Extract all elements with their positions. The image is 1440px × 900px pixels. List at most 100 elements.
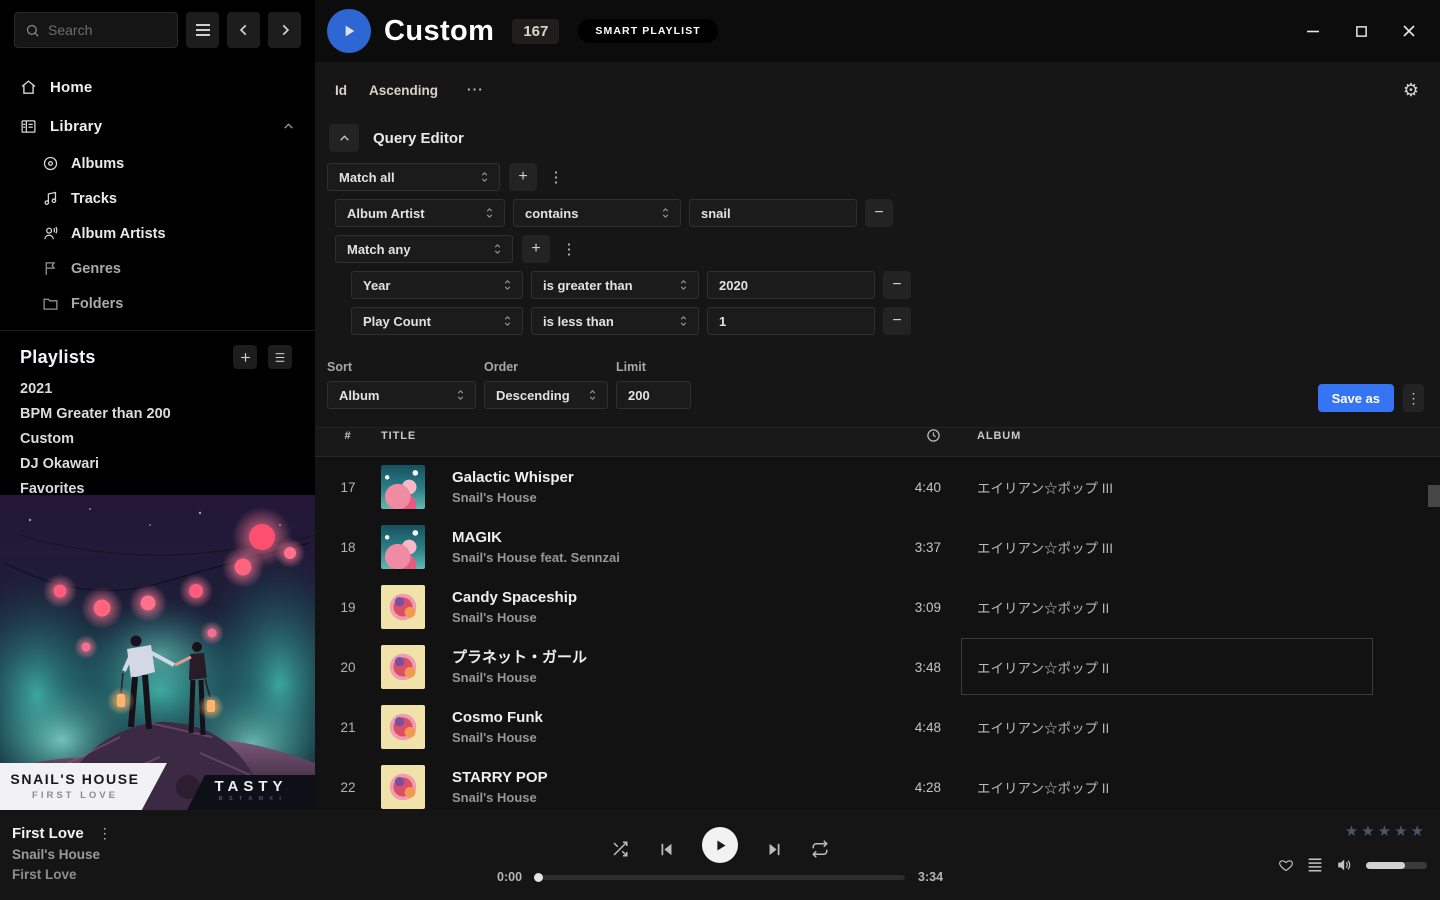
settings-gear-icon[interactable]: ⚙: [1403, 81, 1419, 99]
now-playing-info: First Love ⋮ Snail's House First Love: [12, 825, 112, 882]
menu-button[interactable]: [186, 12, 219, 48]
play-pause-button[interactable]: [702, 827, 738, 863]
now-playing-menu-icon[interactable]: ⋮: [98, 825, 112, 842]
rule-operator-select[interactable]: contains: [513, 199, 681, 227]
sidebar-item-tracks[interactable]: Tracks: [0, 181, 315, 216]
rule-value-input[interactable]: [707, 271, 875, 299]
sidebar-item-home[interactable]: Home: [0, 68, 315, 107]
track-album[interactable]: エイリアン☆ポップ II: [973, 637, 1440, 697]
track-album[interactable]: エイリアン☆ポップ II: [973, 697, 1440, 757]
playlist-item[interactable]: BPM Greater than 200: [0, 401, 315, 426]
remove-rule-button[interactable]: −: [883, 307, 911, 335]
previous-track-button[interactable]: [656, 839, 676, 859]
add-rule-button[interactable]: +: [509, 163, 537, 191]
favorite-heart-icon[interactable]: [1278, 858, 1294, 873]
rule-value-input[interactable]: [689, 199, 857, 227]
track-row[interactable]: 19Candy SpaceshipSnail's House3:09エイリアン☆…: [315, 577, 1440, 637]
repeat-button[interactable]: [810, 839, 830, 859]
rule-operator-select[interactable]: is less than: [531, 307, 699, 335]
back-button[interactable]: [227, 12, 260, 48]
page-title: Custom: [384, 15, 494, 48]
next-track-button[interactable]: [764, 839, 784, 859]
match-type-select[interactable]: Match any: [335, 235, 513, 263]
track-album[interactable]: エイリアン☆ポップ II: [973, 757, 1440, 810]
track-row[interactable]: 18MAGIKSnail's House feat. Sennzai3:37エイ…: [315, 517, 1440, 577]
artwork-label-sub: B S T A M X I: [187, 796, 315, 802]
sort-select[interactable]: Album: [327, 381, 476, 409]
add-playlist-button[interactable]: [233, 345, 257, 369]
sort-order-button[interactable]: Ascending: [369, 83, 438, 98]
rule-value-input[interactable]: [707, 307, 875, 335]
save-as-button[interactable]: Save as: [1318, 384, 1394, 412]
remove-rule-button[interactable]: −: [883, 271, 911, 299]
track-row[interactable]: 21Cosmo FunkSnail's House4:48エイリアン☆ポップ I…: [315, 697, 1440, 757]
shuffle-button[interactable]: [610, 839, 630, 859]
maximize-button[interactable]: [1353, 23, 1369, 39]
seek-bar[interactable]: [535, 875, 905, 880]
now-playing-artwork[interactable]: SNAIL'S HOUSE FIRST LOVE TASTY B S T A M…: [0, 495, 315, 810]
favorite-heart-icon[interactable]: [1380, 443, 1410, 458]
transport-controls: [610, 835, 830, 863]
forward-button[interactable]: [268, 12, 301, 48]
group-menu-button[interactable]: ⋮: [559, 235, 579, 263]
volume-icon[interactable]: [1336, 857, 1353, 873]
column-title[interactable]: TITLE: [381, 430, 851, 442]
playlist-item[interactable]: Custom: [0, 426, 315, 451]
divider: [0, 330, 315, 331]
order-label: Order: [484, 360, 608, 374]
play-playlist-button[interactable]: [327, 9, 371, 53]
volume-slider[interactable]: [1366, 862, 1427, 869]
player-bar: First Love ⋮ Snail's House First Love: [0, 810, 1440, 900]
menu-icon: [195, 23, 211, 37]
sidebar-item-album-artists[interactable]: Album Artists: [0, 216, 315, 251]
track-album[interactable]: エイリアン☆ポップ II: [973, 577, 1440, 637]
sidebar: Home Library Albums Tracks Album ArtistsGe…: [0, 0, 315, 810]
sort-menu-button[interactable]: ⋮: [1403, 384, 1424, 412]
rule-field-select[interactable]: Year: [351, 271, 523, 299]
seek-thumb[interactable]: [534, 873, 543, 882]
play-icon: [341, 23, 357, 39]
sidebar-item-albums[interactable]: Albums: [0, 146, 315, 181]
queue-icon[interactable]: [1307, 858, 1323, 872]
chevron-up-icon[interactable]: [282, 120, 295, 133]
more-options-icon[interactable]: ⋯: [466, 80, 484, 100]
playlist-name: 2021: [20, 381, 52, 397]
order-select[interactable]: Descending: [484, 381, 608, 409]
progress-section: 0:00 3:34: [497, 870, 943, 884]
playlist-item[interactable]: DJ Okawari: [0, 451, 315, 476]
sidebar-item-folders[interactable]: Folders: [0, 286, 315, 321]
column-number[interactable]: #: [315, 430, 381, 442]
playlist-list-button[interactable]: [268, 345, 292, 369]
query-editor-collapse-button[interactable]: [329, 124, 359, 152]
track-album[interactable]: エイリアン☆ポップ III: [973, 517, 1440, 577]
library-icon: [20, 118, 37, 135]
sidebar-item-genres[interactable]: Genres: [0, 251, 315, 286]
sidebar-item-label: Tracks: [71, 191, 117, 207]
sidebar-item-label: Home: [50, 79, 92, 96]
playlist-item[interactable]: 2021: [0, 376, 315, 401]
sort-label: Sort: [327, 360, 476, 374]
rule-operator-select[interactable]: is greater than: [531, 271, 699, 299]
search-input[interactable]: [48, 22, 167, 38]
track-row[interactable]: 22STARRY POPSnail's House4:28エイリアン☆ポップ I…: [315, 757, 1440, 810]
column-album[interactable]: ALBUM: [973, 430, 1440, 442]
rating-stars[interactable]: ★★★★★: [1345, 822, 1427, 840]
track-number: 19: [315, 600, 381, 615]
track-number: 21: [315, 720, 381, 735]
group-menu-button[interactable]: ⋮: [546, 163, 566, 191]
sort-field-button[interactable]: Id: [335, 83, 347, 98]
duration-clock-icon[interactable]: [926, 428, 941, 443]
limit-input[interactable]: [616, 381, 691, 409]
track-row[interactable]: 20プラネット・ガールSnail's House3:48エイリアン☆ポップ II: [315, 637, 1440, 697]
rule-field-select[interactable]: Album Artist: [335, 199, 505, 227]
rule-field-select[interactable]: Play Count: [351, 307, 523, 335]
add-rule-button[interactable]: +: [522, 235, 550, 263]
remove-rule-button[interactable]: −: [865, 199, 893, 227]
artwork-title: FIRST LOVE: [0, 790, 150, 801]
close-button[interactable]: [1401, 23, 1417, 39]
minimize-button[interactable]: [1305, 23, 1321, 39]
match-type-select[interactable]: Match all: [327, 163, 500, 191]
track-row[interactable]: 17Galactic WhisperSnail's House4:40エイリアン…: [315, 457, 1440, 517]
sidebar-item-library[interactable]: Library: [0, 107, 315, 146]
track-album[interactable]: エイリアン☆ポップ III: [973, 457, 1440, 517]
